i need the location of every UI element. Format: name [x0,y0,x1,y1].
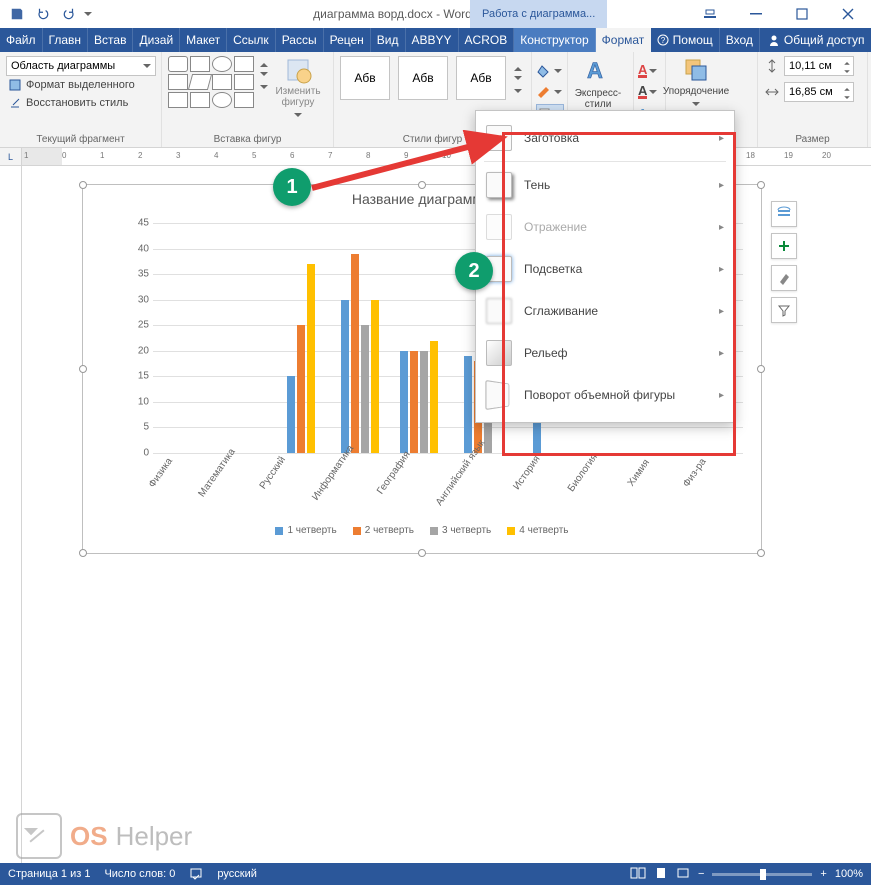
ribbon-options-icon[interactable] [687,0,733,28]
zoom-slider[interactable] [712,873,812,876]
chart-filters-button[interactable] [771,297,797,323]
change-shape-button[interactable]: Изменить фигуру [274,56,322,121]
ruler-vertical[interactable] [0,166,22,863]
fx-glow[interactable]: Подсветка▸ [476,248,734,290]
shape-fill-button[interactable] [536,62,564,80]
styles-more-icon[interactable] [514,89,522,97]
document-area[interactable]: Название диаграммы 051015202530354045 Фи… [22,166,871,863]
shape-style-3[interactable]: Абв [456,56,506,100]
shapes-down-icon[interactable] [260,72,268,80]
qat-more-icon[interactable] [84,12,92,20]
zoom-out-button[interactable]: − [698,868,704,880]
qat-save-icon[interactable] [6,3,28,25]
height-input[interactable]: 10,11 см [784,56,854,76]
chart-element-selector[interactable]: Область диаграммы [6,56,156,76]
zoom-in-button[interactable]: + [820,868,826,880]
tab-layout[interactable]: Макет [180,28,227,52]
qat-redo-icon[interactable] [58,3,80,25]
tab-home[interactable]: Главн [43,28,89,52]
shapes-more-icon[interactable] [260,85,268,93]
fx-soft-edges[interactable]: Сглаживание▸ [476,290,734,332]
tab-view[interactable]: Вид [371,28,406,52]
width-input[interactable]: 16,85 см [784,82,854,102]
tab-design[interactable]: Дизай [133,28,180,52]
status-page[interactable]: Страница 1 из 1 [8,868,90,880]
fx-preset[interactable]: Заготовка▸ [476,117,734,159]
svg-text:A: A [587,58,603,83]
annotation-badge-1: 1 [273,168,311,206]
fx-reflection[interactable]: Отражение▸ [476,206,734,248]
chart-styles-button[interactable] [771,265,797,291]
shape-style-2[interactable]: Абв [398,56,448,100]
status-spellcheck-icon[interactable] [189,866,203,883]
tab-format[interactable]: Формат [596,28,652,52]
layout-options-button[interactable] [771,201,797,227]
qat-undo-icon[interactable] [32,3,54,25]
watermark: OSHelper [16,813,192,859]
reset-style-button[interactable]: Восстановить стиль [6,94,155,112]
tab-help[interactable]: ? Помощ [651,28,719,52]
shapes-up-icon[interactable] [260,59,268,67]
fx-3d-rotation[interactable]: Поворот объемной фигуры▸ [476,374,734,416]
shape-outline-button[interactable] [536,83,564,101]
styles-down-icon[interactable] [514,76,522,84]
arrange-button[interactable]: Упорядочение [672,56,720,110]
maximize-button[interactable] [779,0,825,28]
tab-signin[interactable]: Вход [720,28,760,52]
shape-style-1[interactable]: Абв [340,56,390,100]
tab-insert[interactable]: Встав [88,28,133,52]
chart-legend[interactable]: 1 четверть2 четверть3 четверть4 четверть [83,525,761,536]
group-insert-shapes: Вставка фигур [168,132,327,145]
tab-review[interactable]: Рецен [324,28,371,52]
tab-mailings[interactable]: Рассы [276,28,324,52]
context-tab-title: Работа с диаграмма... [470,0,607,28]
tab-abbyy[interactable]: ABBYY [406,28,459,52]
shapes-gallery[interactable] [168,56,254,108]
chart-x-labels: ФизикаМатематикаРусскийИнформатикаГеогра… [153,457,743,517]
format-selection-button[interactable]: Формат выделенного [6,76,155,94]
status-language[interactable]: русский [217,868,256,880]
ruler-horizontal[interactable]: 101234567891011121314151617181920 [22,148,871,165]
height-icon [764,58,780,74]
styles-up-icon[interactable] [514,63,522,71]
view-web-icon[interactable] [676,866,690,883]
fx-bevel[interactable]: Рельеф▸ [476,332,734,374]
view-read-icon[interactable] [630,866,646,883]
zoom-level[interactable]: 100% [835,868,863,880]
text-fill-button[interactable]: A [638,62,666,80]
annotation-badge-2: 2 [455,252,493,290]
close-button[interactable] [825,0,871,28]
status-words[interactable]: Число слов: 0 [104,868,175,880]
fx-shadow[interactable]: Тень▸ [476,164,734,206]
group-current-fragment: Текущий фрагмент [6,132,155,145]
shape-effects-menu: Заготовка▸ Тень▸ Отражение▸ Подсветка▸ С… [475,110,735,423]
width-icon [764,84,780,100]
text-outline-button[interactable]: A [638,83,666,101]
view-print-icon[interactable] [654,866,668,883]
tab-references[interactable]: Ссылк [227,28,276,52]
minimize-button[interactable] [733,0,779,28]
tab-file[interactable]: Файл [0,28,43,52]
tab-acrobat[interactable]: ACROB [459,28,515,52]
ruler-corner[interactable]: L [0,148,22,165]
group-size: Размер [764,132,861,145]
svg-text:?: ? [661,36,666,45]
tab-share[interactable]: Общий доступ [760,28,871,52]
chart-elements-button[interactable] [771,233,797,259]
tab-constructor[interactable]: Конструктор [514,28,595,52]
